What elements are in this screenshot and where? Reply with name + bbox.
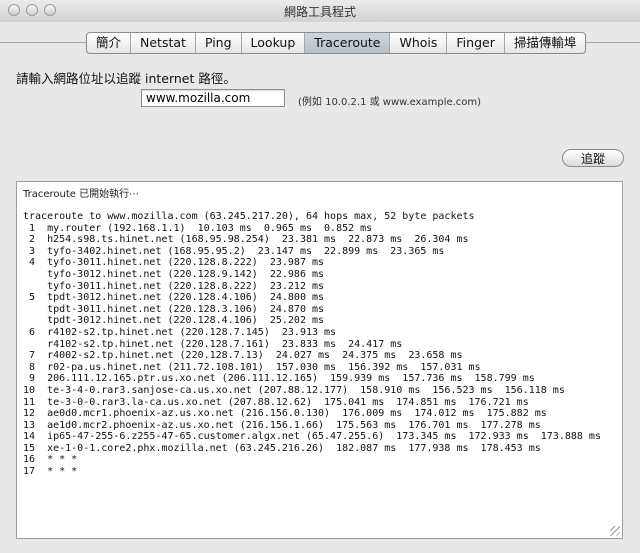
title-bar: 網路工具程式 [0,0,640,23]
tab-finger[interactable]: Finger [447,33,505,53]
window-title: 網路工具程式 [283,5,356,19]
output-line: tpdt-3011.hinet.net (220.128.3.106) 24.8… [23,303,325,315]
output-line: 14 ip65-47-255-6.z255-47-65.customer.alg… [23,431,601,443]
output-line: tpdt-3012.hinet.net (220.128.4.106) 25.2… [23,315,325,327]
traceroute-output[interactable]: Traceroute 已開始執行⋯ traceroute to www.mozi… [16,181,623,539]
tab-whois[interactable]: Whois [390,33,448,53]
output-lines: traceroute to www.mozilla.com (63.245.21… [23,211,601,478]
tab-overview[interactable]: 簡介 [87,33,132,53]
output-line: 13 ae1d0.mcr2.phoenix-az.us.xo.net (216.… [23,419,541,431]
host-prompt-label: 請輸入網路位址以追蹤 internet 路徑。 [16,71,236,86]
output-line: 6 r4102-s2.tp.hinet.net (220.128.7.145) … [23,326,337,338]
output-line: 10 te-3-4-0.rar3.sanjose-ca.us.xo.net (2… [23,384,565,396]
output-line: 9 206.111.12.165.ptr.us.xo.net (206.111.… [23,373,535,385]
output-line: 4 tyfo-3011.hinet.net (220.128.8.222) 23… [23,257,325,269]
output-line: r4102-s2.tp.hinet.net (220.128.7.161) 23… [23,338,403,350]
output-line: traceroute to www.mozilla.com (63.245.21… [23,211,475,222]
output-status: Traceroute 已開始執行⋯ [23,189,140,200]
output-line: 8 r02-pa.us.hinet.net (211.72.108.101) 1… [23,361,481,373]
tab-bar: 簡介 Netstat Ping Lookup Traceroute Whois Finger… [86,32,587,54]
tab-traceroute[interactable]: Traceroute [305,33,391,53]
output-line: 17 * * * [23,466,78,478]
trace-button[interactable]: 追蹤 [562,149,624,167]
output-line: 11 te-3-0-0.rar3.la-ca.us.xo.net (207.88… [23,396,529,408]
host-address-input[interactable] [141,89,285,107]
output-line: 16 * * * [23,454,78,466]
output-line: tyfo-3011.hinet.net (220.128.8.222) 23.2… [23,280,325,292]
example-hint: (例如 10.0.2.1 或 www.example.com) [298,97,482,108]
output-line: 5 tpdt-3012.hinet.net (220.128.4.106) 24… [23,292,325,304]
resize-grip-icon[interactable] [610,526,620,536]
output-line: 15 xe-1-0-1.core2.phx.mozilla.net (63.24… [23,442,541,454]
output-line: 3 tyfo-3402.hinet.net (168.95.95.2) 23.1… [23,245,445,257]
tab-tab7[interactable]: 掃描傳輸埠 [505,33,586,53]
output-line: 12 ae0d0.mcr1.phoenix-az.us.xo.net (216.… [23,408,547,420]
output-line: tyfo-3012.hinet.net (220.128.9.142) 22.9… [23,268,325,280]
tab-lookup[interactable]: Lookup [242,33,306,53]
output-line: 1 my.router (192.168.1.1) 10.103 ms 0.96… [23,222,373,234]
output-line: 2 h254.s98.ts.hinet.net (168.95.98.254) … [23,234,469,246]
output-line: 7 r4002-s2.tp.hinet.net (220.128.7.13) 2… [23,350,463,362]
tab-ping[interactable]: Ping [196,33,242,53]
tab-netstat[interactable]: Netstat [131,33,196,53]
